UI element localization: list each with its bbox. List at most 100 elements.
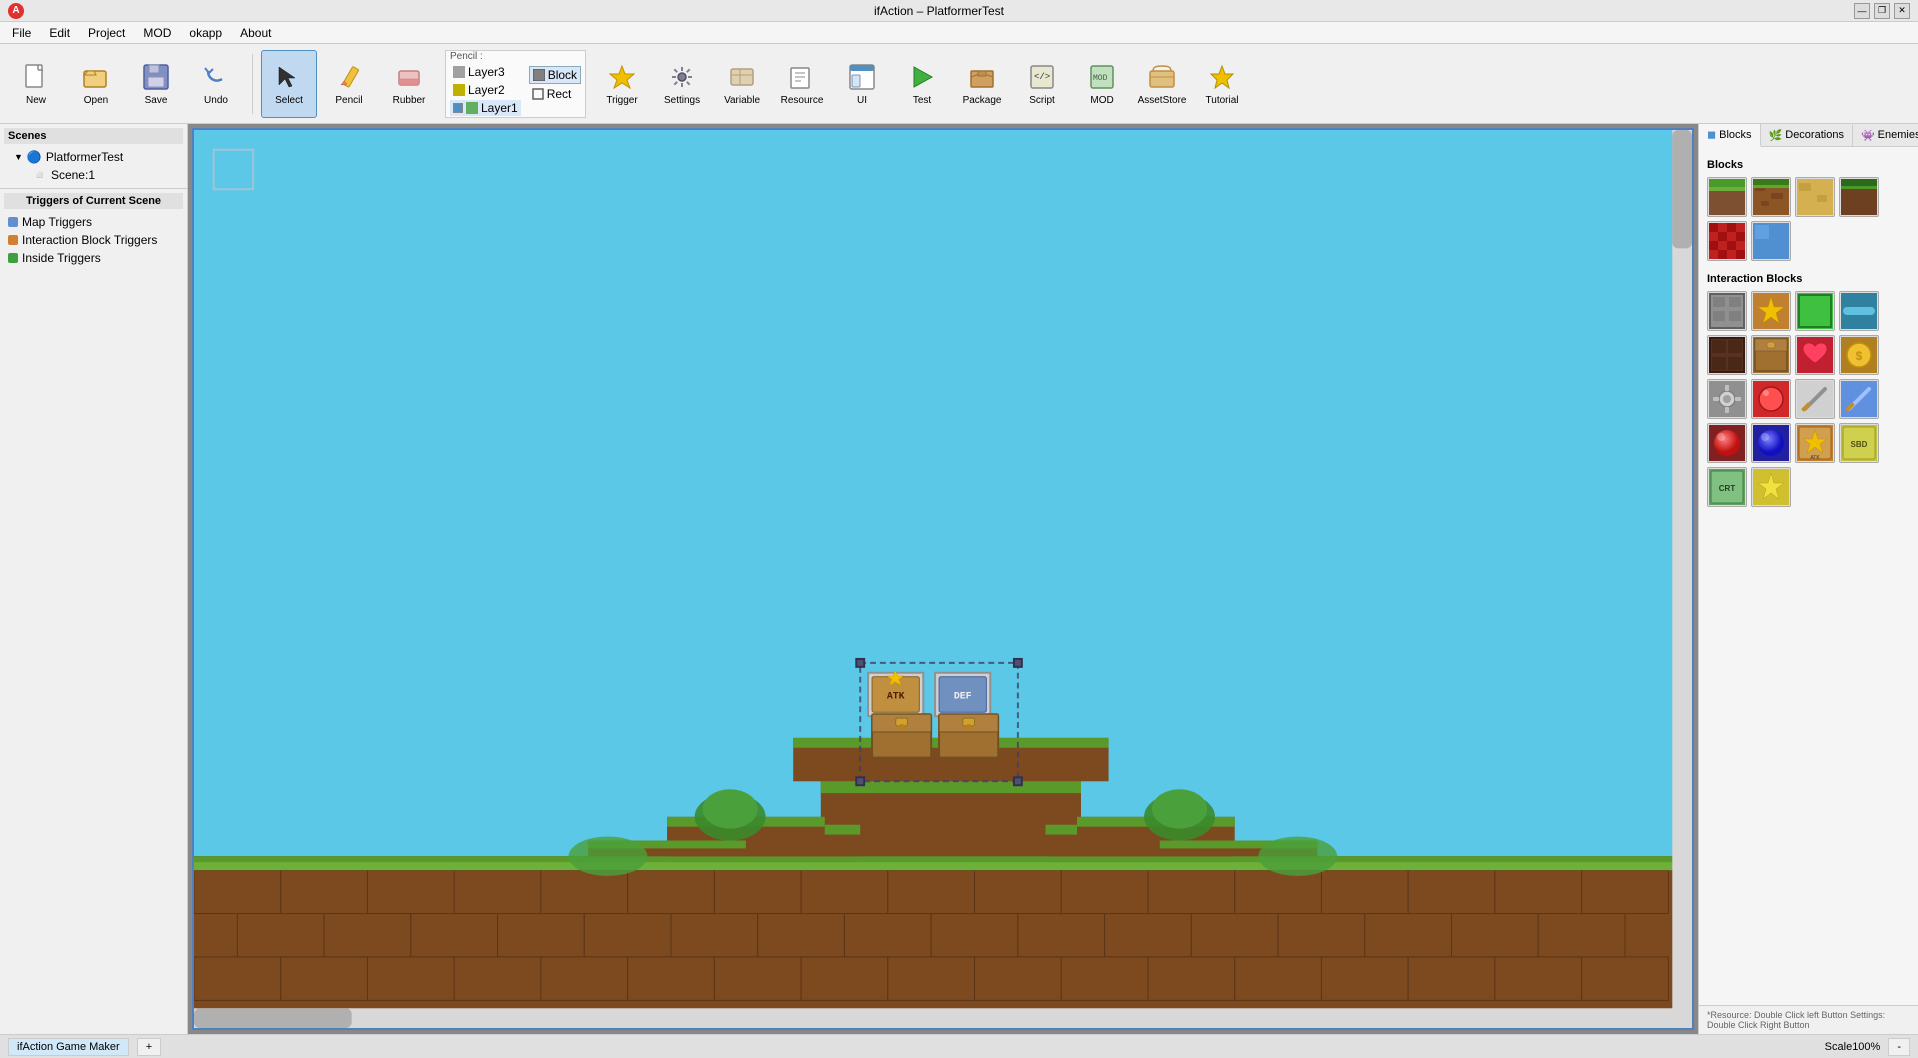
variable-icon xyxy=(726,61,758,93)
layer2-option[interactable]: Layer2 xyxy=(450,82,521,98)
layer1-option[interactable]: Layer1 xyxy=(450,100,521,116)
block-green1[interactable] xyxy=(1795,291,1835,331)
tab-enemies[interactable]: 👾 Enemies xyxy=(1853,125,1918,146)
block-teal1[interactable] xyxy=(1839,291,1879,331)
trigger-button[interactable]: Trigger xyxy=(594,50,650,118)
block-gear1[interactable] xyxy=(1707,379,1747,419)
rubber-button[interactable]: Rubber xyxy=(381,50,437,118)
app-icon: A xyxy=(8,3,24,19)
brush-block-option[interactable]: Block xyxy=(529,66,581,84)
package-button[interactable]: Package xyxy=(954,50,1010,118)
block-dirt1[interactable] xyxy=(1751,177,1791,217)
trigger-interaction-dot xyxy=(8,235,18,245)
block-star1[interactable] xyxy=(1751,291,1791,331)
trigger-inside[interactable]: Inside Triggers xyxy=(4,249,183,267)
minimize-button[interactable]: — xyxy=(1854,3,1870,19)
save-button[interactable]: Save xyxy=(128,50,184,118)
block-blue1[interactable] xyxy=(1751,221,1791,261)
tab-blocks[interactable]: ◼ Blocks xyxy=(1699,124,1761,147)
scene-scene1[interactable]: ◽ Scene:1 xyxy=(12,166,183,184)
undo-button[interactable]: Undo xyxy=(188,50,244,118)
blocks-grid xyxy=(1707,177,1910,261)
block-grass2[interactable] xyxy=(1839,177,1879,217)
undo-icon xyxy=(200,61,232,93)
tutorial-label: Tutorial xyxy=(1206,95,1239,106)
block-grass1[interactable] xyxy=(1707,177,1747,217)
game-maker-tab[interactable]: ifAction Game Maker xyxy=(8,1038,129,1056)
scene-tree: ▼ 🔵 PlatformerTest ◽ Scene:1 xyxy=(4,148,183,184)
block-red-orb1[interactable] xyxy=(1707,423,1747,463)
block-blue-sword1[interactable] xyxy=(1839,379,1879,419)
select-button[interactable]: Select xyxy=(261,50,317,118)
scene-icon: ◽ xyxy=(32,168,47,182)
triggers-panel: Triggers of Current Scene Map Triggers I… xyxy=(0,189,187,1034)
block-stone1[interactable] xyxy=(1707,291,1747,331)
block-star2[interactable] xyxy=(1751,467,1791,507)
tab-decorations[interactable]: 🌿 Decorations xyxy=(1761,125,1853,146)
select-label: Select xyxy=(275,95,303,106)
mod-button[interactable]: MOD MOD xyxy=(1074,50,1130,118)
block-crt1[interactable]: CRT xyxy=(1707,467,1747,507)
main-layout: Scenes ▼ 🔵 PlatformerTest ◽ Scene:1 Trig… xyxy=(0,124,1918,1034)
trigger-map[interactable]: Map Triggers xyxy=(4,213,183,231)
settings-button[interactable]: Settings xyxy=(654,50,710,118)
menu-file[interactable]: File xyxy=(4,24,39,42)
block-sword1[interactable] xyxy=(1795,379,1835,419)
window-controls: — ❐ ✕ xyxy=(1854,3,1910,19)
expand-arrow: ▼ xyxy=(14,152,23,162)
tab-decorations-label: Decorations xyxy=(1785,129,1844,141)
scale-down-button[interactable]: - xyxy=(1888,1038,1910,1056)
block-atk2[interactable]: ATK xyxy=(1795,423,1835,463)
block-blue-orb1[interactable] xyxy=(1751,423,1791,463)
test-button[interactable]: Test xyxy=(894,50,950,118)
menu-project[interactable]: Project xyxy=(80,24,133,42)
layer3-option[interactable]: Layer3 xyxy=(450,64,521,80)
new-label: New xyxy=(26,95,46,106)
interaction-blocks-grid: $ xyxy=(1707,291,1910,507)
interaction-blocks-title: Interaction Blocks xyxy=(1707,273,1910,285)
block-sbd1[interactable]: SBD xyxy=(1839,423,1879,463)
title-bar: A ifAction – PlatformerTest — ❐ ✕ xyxy=(0,0,1918,22)
variable-button[interactable]: Variable xyxy=(714,50,770,118)
add-tab-button[interactable]: + xyxy=(137,1038,161,1056)
svg-text:ATK: ATK xyxy=(887,690,905,701)
script-button[interactable]: </> Script xyxy=(1014,50,1070,118)
menu-okapp[interactable]: okapp xyxy=(181,24,230,42)
canvas-area[interactable]: ATK DEF xyxy=(188,124,1698,1034)
tutorial-button[interactable]: Tutorial xyxy=(1194,50,1250,118)
tutorial-icon xyxy=(1206,61,1238,93)
pencil-icon xyxy=(333,61,365,93)
open-button[interactable]: Open xyxy=(68,50,124,118)
test-icon xyxy=(906,61,938,93)
trigger-map-dot xyxy=(8,217,18,227)
menu-about[interactable]: About xyxy=(232,24,279,42)
pencil-button[interactable]: Pencil xyxy=(321,50,377,118)
brush-rect-option[interactable]: Rect xyxy=(529,86,581,102)
scene-platformertest[interactable]: ▼ 🔵 PlatformerTest xyxy=(12,148,183,166)
svg-text:ATK: ATK xyxy=(1810,455,1820,461)
assetstore-button[interactable]: AssetStore xyxy=(1134,50,1190,118)
resource-button[interactable]: Resource xyxy=(774,50,830,118)
block-red-pattern[interactable] xyxy=(1707,221,1747,261)
block-heart1[interactable] xyxy=(1795,335,1835,375)
block-red-circle1[interactable] xyxy=(1751,379,1791,419)
new-button[interactable]: New xyxy=(8,50,64,118)
svg-text:MOD: MOD xyxy=(1093,74,1108,83)
ui-button[interactable]: UI xyxy=(834,50,890,118)
block-coin1[interactable]: $ xyxy=(1839,335,1879,375)
menu-edit[interactable]: Edit xyxy=(41,24,78,42)
trigger-icon xyxy=(606,61,638,93)
block-sand1[interactable] xyxy=(1795,177,1835,217)
brush-block-label: Block xyxy=(548,68,577,82)
toolbar: New Open Save Undo Select Pencil xyxy=(0,44,1918,124)
menu-mod[interactable]: MOD xyxy=(135,24,179,42)
assetstore-icon xyxy=(1146,61,1178,93)
game-canvas[interactable]: ATK DEF xyxy=(192,128,1694,1030)
block-dark1[interactable] xyxy=(1707,335,1747,375)
variable-label: Variable xyxy=(724,95,760,106)
right-tabs: ◼ Blocks 🌿 Decorations 👾 Enemies xyxy=(1699,124,1918,147)
trigger-interaction[interactable]: Interaction Block Triggers xyxy=(4,231,183,249)
restore-button[interactable]: ❐ xyxy=(1874,3,1890,19)
close-button[interactable]: ✕ xyxy=(1894,3,1910,19)
block-wood1[interactable] xyxy=(1751,335,1791,375)
